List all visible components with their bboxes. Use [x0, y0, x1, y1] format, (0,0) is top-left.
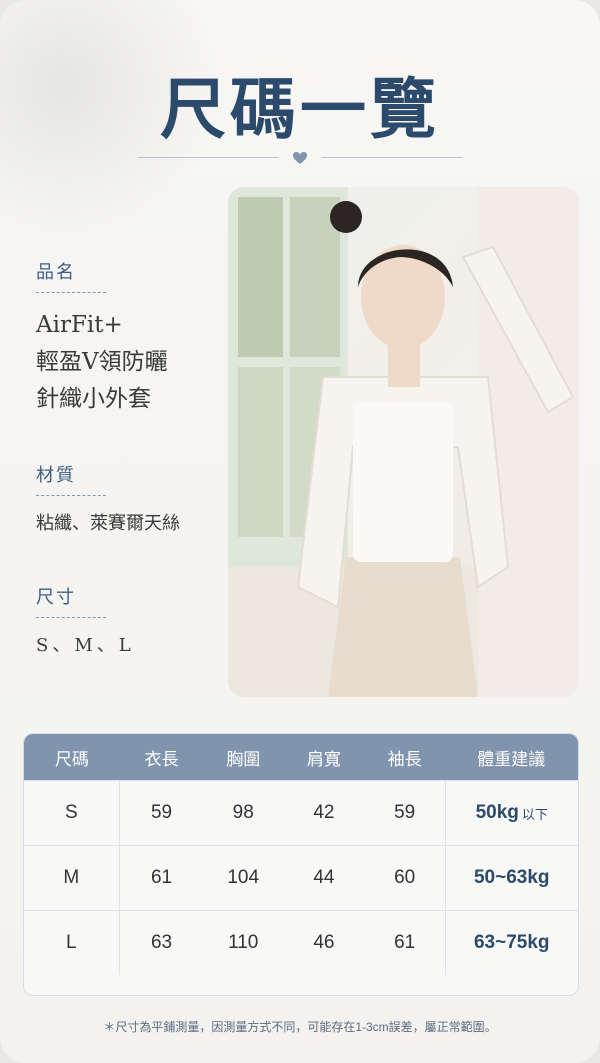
name-label: 品名	[36, 258, 106, 293]
product-info: 品名 AirFit+ 輕盈V領防曬 針織小外套 材質 粘纖、萊賽爾天絲 尺寸 S…	[36, 258, 226, 661]
product-name-line3: 針織小外套	[36, 385, 151, 412]
cell-weight: 50~63kg	[444, 846, 579, 910]
product-name-line2: 輕盈V領防曬	[36, 348, 168, 375]
product-name: AirFit+ 輕盈V領防曬 針織小外套	[36, 307, 226, 417]
model-photo	[228, 187, 579, 697]
cell-size: S	[24, 781, 120, 845]
size-value: S、M、L	[36, 635, 135, 657]
title-divider	[138, 150, 462, 166]
header-size: 尺碼	[54, 749, 89, 769]
page-title: 尺碼一覽	[160, 70, 440, 148]
header-shoulder: 肩寬	[306, 749, 341, 769]
cell-sleeve: 61	[394, 932, 416, 953]
cell-chest: 98	[232, 802, 254, 823]
weight-value: 50~63kg	[473, 867, 550, 888]
table-row: M 61 104 44 60 50~63kg	[24, 845, 578, 910]
weight-value: 50kg	[475, 802, 519, 823]
cell-sleeve: 60	[394, 867, 416, 888]
cell-chest: 110	[228, 932, 259, 953]
size-table: 尺碼 衣長 胸圍 肩寬 袖長 體重建議 S 59 98 42 59 50kg 以下…	[23, 733, 579, 996]
material-label: 材質	[36, 461, 106, 497]
cell-shoulder: 44	[313, 867, 335, 888]
table-row: S 59 98 42 59 50kg 以下	[24, 780, 578, 845]
table-row: L 63 110 46 61 63~75kg	[24, 910, 578, 975]
header-weight: 體重建議	[477, 749, 546, 769]
cell-shoulder: 46	[313, 932, 335, 953]
model-illustration	[228, 187, 579, 697]
cell-shoulder: 42	[313, 802, 335, 823]
cell-length: 59	[150, 802, 173, 823]
divider-line-right	[322, 157, 462, 158]
weight-suffix: 以下	[521, 806, 548, 822]
cell-sleeve: 59	[394, 802, 416, 823]
size-label: 尺寸	[36, 583, 106, 619]
weight-value: 63~75kg	[473, 932, 550, 953]
measurement-note: ＊尺寸為平鋪測量，因測量方式不同，可能存在1-3cm誤差，屬正常範圍。	[103, 1020, 497, 1034]
heart-icon	[293, 152, 307, 164]
header-sleeve: 袖長	[387, 749, 422, 769]
header-length: 衣長	[144, 749, 179, 769]
size-chart-card: 尺碼一覽 品名 AirFit+ 輕盈V領防曬 針織小外套 材質 粘纖、萊賽爾天絲…	[0, 0, 600, 1063]
product-name-line1: AirFit+	[36, 312, 123, 338]
material-value: 粘纖、萊賽爾天絲	[36, 513, 180, 535]
cell-chest: 104	[227, 867, 260, 888]
divider-line-left	[138, 157, 278, 158]
cell-size: M	[24, 846, 120, 910]
cell-size: L	[24, 911, 120, 975]
table-header: 尺碼 衣長 胸圍 肩寬 袖長 體重建議	[24, 734, 578, 780]
cell-weight: 63~75kg	[444, 911, 579, 975]
cell-length: 61	[150, 867, 173, 888]
header-chest: 胸圍	[226, 749, 261, 769]
cell-length: 63	[150, 932, 173, 953]
cell-weight: 50kg 以下	[444, 781, 579, 845]
